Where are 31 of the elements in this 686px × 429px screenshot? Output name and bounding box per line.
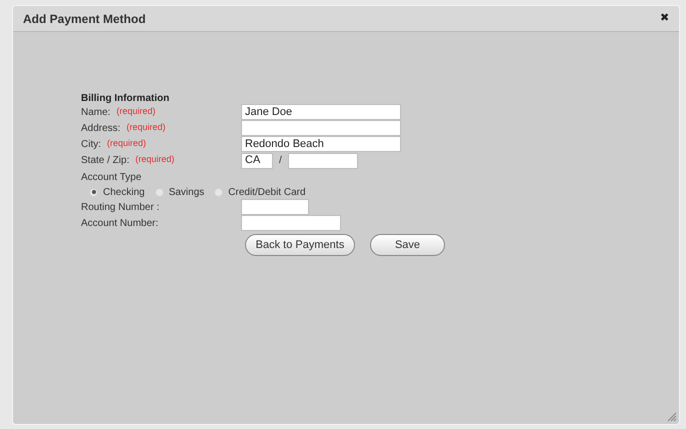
separator: /	[279, 154, 282, 168]
required-note: (required)	[107, 136, 146, 150]
field-label: State / Zip:	[81, 154, 130, 168]
field-label: Account Type	[81, 171, 142, 185]
dialog-title: Add Payment Method	[23, 10, 146, 28]
zip-field[interactable]	[288, 152, 358, 168]
field-label: City:	[81, 138, 101, 152]
radio-label: Credit/Debit Card	[228, 186, 306, 200]
radio-label: Checking	[103, 186, 145, 200]
required-note: (required)	[135, 153, 174, 166]
radio-label: Savings	[168, 186, 204, 200]
resize-grip-icon[interactable]	[667, 412, 677, 422]
text-field[interactable]: Jane Doe	[241, 104, 401, 120]
save-button[interactable]: Save	[370, 234, 445, 256]
field-label: Account Number:	[81, 216, 160, 230]
field-label: Name:	[81, 106, 110, 120]
text-field[interactable]	[241, 120, 401, 136]
back-button[interactable]: Back to Payments	[245, 234, 355, 256]
text-field[interactable]: Redondo Beach	[241, 136, 401, 152]
field-label: Address:	[81, 122, 120, 136]
state-field[interactable]: CA	[241, 152, 273, 168]
section-title: Billing Information	[81, 93, 170, 104]
text-field[interactable]	[241, 215, 341, 231]
radio-button[interactable]	[154, 188, 164, 196]
field-label: Routing Number :	[81, 200, 160, 214]
required-note: (required)	[116, 104, 156, 118]
text-field[interactable]	[241, 199, 309, 215]
radio-button[interactable]	[89, 188, 98, 196]
close-button[interactable]: ✖	[660, 13, 669, 24]
required-note: (required)	[126, 120, 166, 134]
radio-button[interactable]	[214, 188, 224, 196]
